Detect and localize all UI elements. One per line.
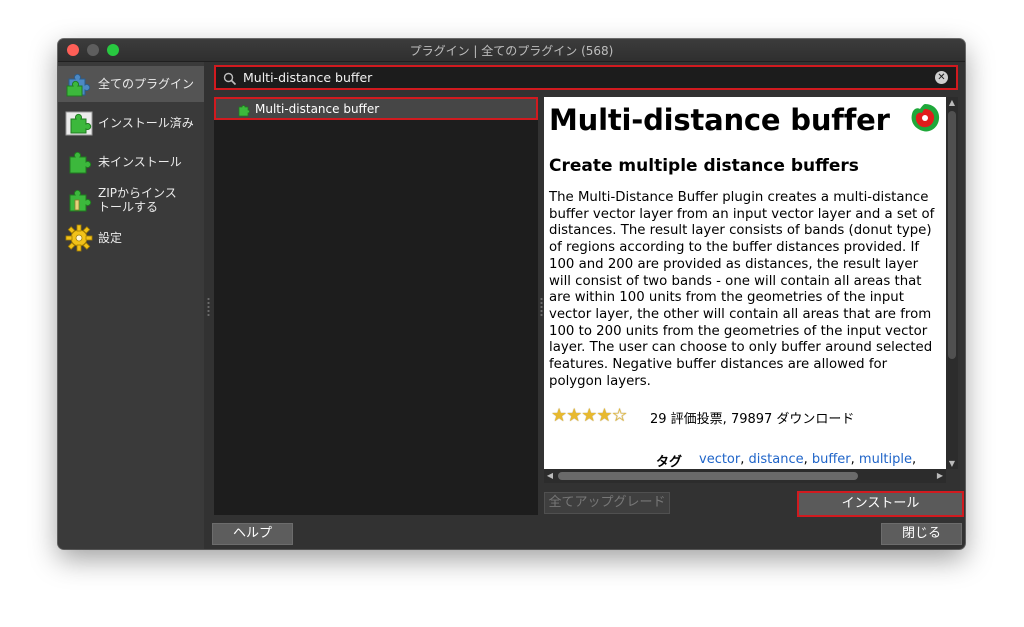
sidebar-item-label: 設定: [98, 231, 123, 245]
list-item[interactable]: Multi-distance buffer: [214, 97, 538, 120]
sidebar-item-label: インストール済み: [98, 116, 194, 130]
search-icon: [223, 71, 237, 86]
votes-downloads: 29 評価投票, 79897 ダウンロード: [650, 412, 855, 427]
details-horizontal-scrollbar[interactable]: ◀ ▶: [544, 469, 946, 483]
search-field[interactable]: Multi-distance buffer ✕: [214, 65, 958, 90]
puzzle-not-installed-icon: [65, 148, 93, 176]
clear-icon[interactable]: ✕: [935, 71, 948, 84]
sidebar-item-installed[interactable]: インストール済み: [58, 105, 204, 141]
sidebar-item-all-plugins[interactable]: 全てのプラグイン: [58, 66, 204, 102]
plugin-description: The Multi-Distance Buffer plugin creates…: [549, 190, 935, 389]
scroll-right-icon[interactable]: ▶: [934, 469, 946, 483]
plugin-manager-window: プラグイン | 全てのプラグイン (568) 全てのプラグイン インストール済み: [58, 39, 965, 549]
sidebar-item-install-from-zip[interactable]: ZIPからインス トールする: [58, 180, 204, 220]
upgrade-all-button[interactable]: 全てアップグレード: [544, 492, 670, 514]
close-button[interactable]: 閉じる: [881, 523, 962, 545]
tags-list: vector, distance, buffer, multiple,: [699, 452, 917, 467]
title-bar[interactable]: プラグイン | 全てのプラグイン (568): [58, 39, 965, 62]
details-vertical-scrollbar[interactable]: ▲ ▼: [946, 97, 958, 469]
sidebar: 全てのプラグイン インストール済み 未インストール ZIPからインス トールする…: [58, 62, 204, 549]
scroll-down-icon[interactable]: ▼: [946, 458, 958, 469]
splitter-handle[interactable]: [540, 297, 543, 317]
help-button[interactable]: ヘルプ: [212, 523, 293, 545]
window-title: プラグイン | 全てのプラグイン (568): [409, 44, 614, 58]
install-button[interactable]: インストール: [797, 491, 964, 517]
puzzle-icon: [237, 102, 251, 116]
splitter-handle[interactable]: [207, 297, 210, 317]
plugin-list[interactable]: Multi-distance buffer: [214, 97, 538, 515]
puzzle-zip-icon: [65, 186, 93, 214]
sidebar-item-label: ZIPからインス トールする: [98, 186, 177, 214]
sidebar-item-label: 全てのプラグイン: [98, 77, 195, 91]
sidebar-item-not-installed[interactable]: 未インストール: [58, 144, 204, 180]
plugin-subtitle: Create multiple distance buffers: [549, 156, 859, 176]
gear-icon: [65, 224, 93, 252]
sidebar-item-settings[interactable]: 設定: [58, 220, 204, 256]
scrollbar-thumb[interactable]: [948, 111, 956, 359]
scroll-up-icon[interactable]: ▲: [946, 97, 958, 108]
scrollbar-thumb[interactable]: [558, 472, 858, 480]
tag-link[interactable]: buffer: [812, 452, 851, 467]
plugin-title: Multi-distance buffer: [549, 103, 890, 137]
scroll-left-icon[interactable]: ◀: [544, 469, 556, 483]
sidebar-item-label: 未インストール: [98, 155, 182, 169]
rating-stars-icon: ★★★★☆: [551, 405, 628, 426]
tags-label: タグ: [656, 455, 683, 469]
tag-link[interactable]: multiple: [859, 452, 912, 467]
plugin-logo-icon: [908, 101, 942, 135]
puzzle-all-icon: [65, 70, 93, 98]
search-input[interactable]: Multi-distance buffer: [243, 70, 372, 85]
puzzle-installed-icon: [65, 109, 93, 137]
tag-link[interactable]: distance: [749, 452, 804, 467]
tag-link[interactable]: vector: [699, 452, 740, 467]
plugin-details: Multi-distance buffer Create multiple di…: [544, 97, 946, 469]
list-item-label: Multi-distance buffer: [255, 101, 380, 116]
